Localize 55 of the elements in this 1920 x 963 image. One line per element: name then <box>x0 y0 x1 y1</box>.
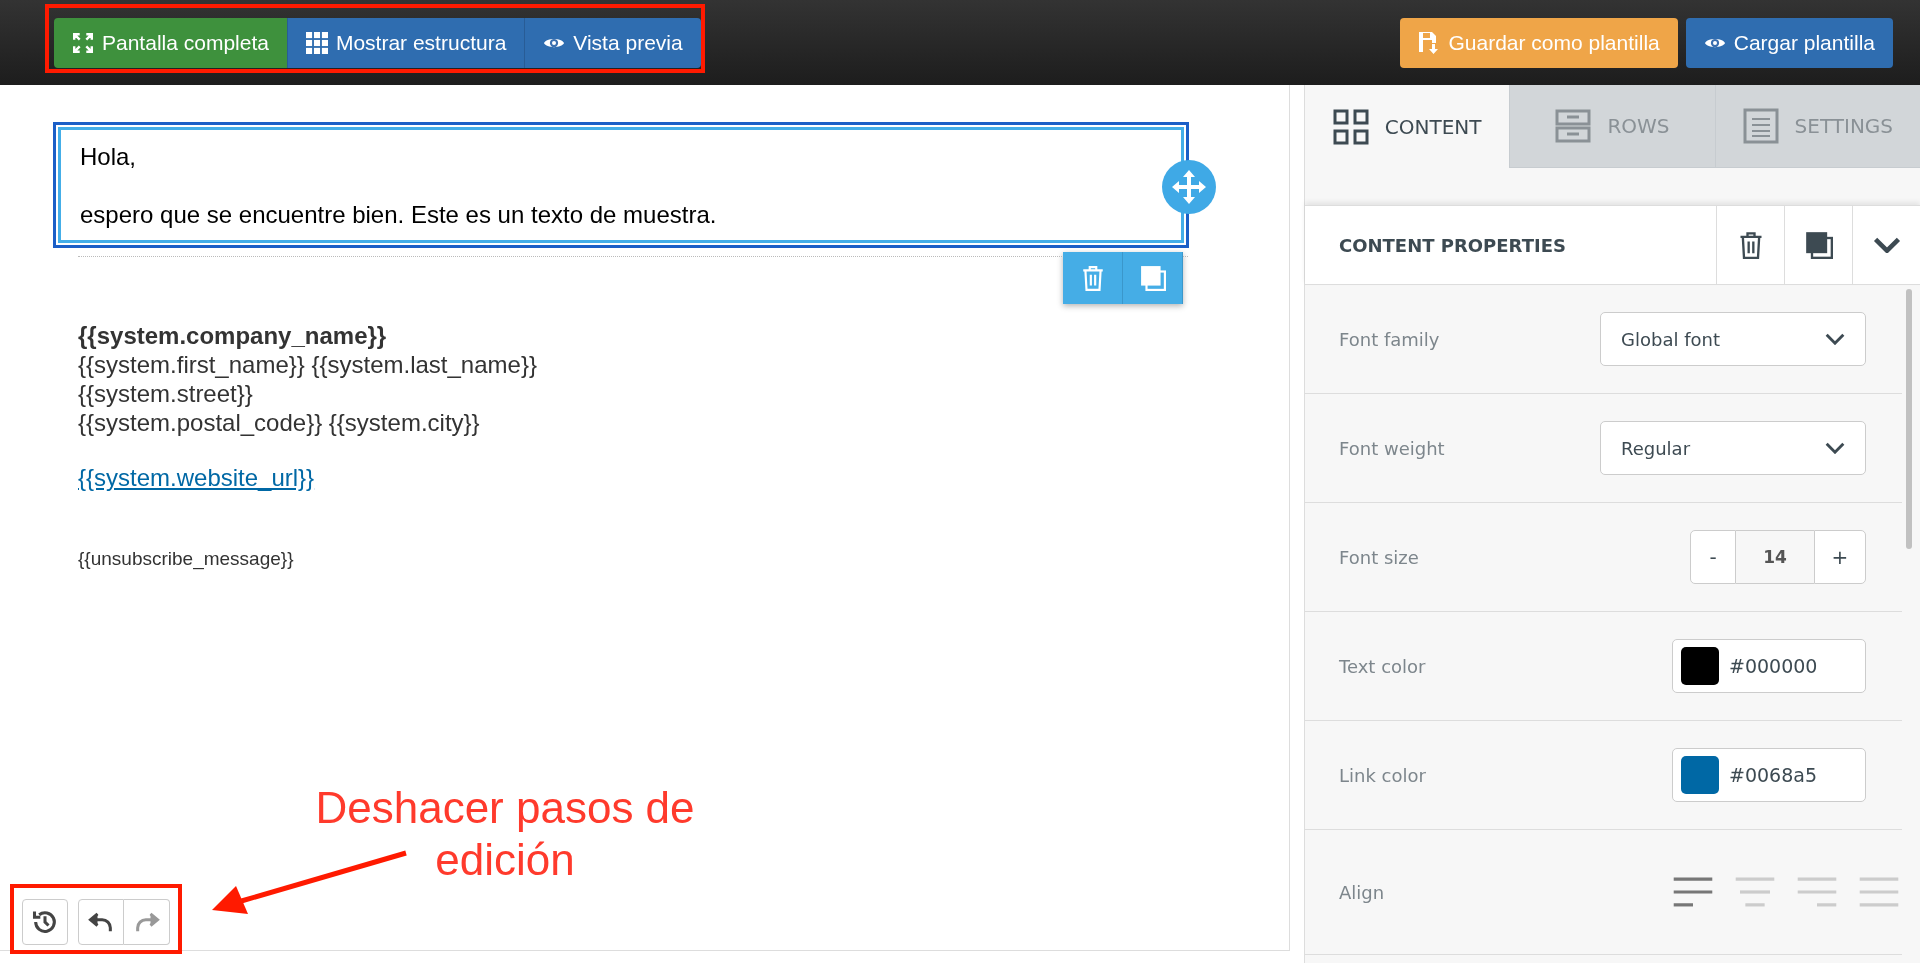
greeting-text: Hola, <box>80 143 138 171</box>
template-button[interactable]: Cargar plantilla <box>1685 17 1893 68</box>
grid-icon <box>1332 108 1369 145</box>
color-swatch[interactable] <box>1681 647 1719 685</box>
property-label: Font family <box>1339 328 1440 350</box>
duplicate-button[interactable] <box>1784 206 1852 284</box>
history-button[interactable] <box>22 899 68 945</box>
color-field[interactable]: #0068a5 <box>1672 748 1866 802</box>
undo-button[interactable] <box>78 899 124 945</box>
delete-block-button[interactable] <box>1063 252 1123 304</box>
property-label: Font size <box>1339 546 1419 568</box>
chevron-icon <box>1872 237 1901 253</box>
annotation-text: Deshacer pasos de edición <box>314 782 696 886</box>
scrollbar-thumb[interactable] <box>1906 289 1912 549</box>
color-value: #0068a5 <box>1729 764 1817 786</box>
document-icon <box>1742 108 1779 144</box>
decrement-button[interactable]: - <box>1690 530 1736 584</box>
property-label: Align <box>1339 881 1385 903</box>
duplicate-block-button[interactable] <box>1123 252 1183 304</box>
property-label: Font weight <box>1339 437 1445 459</box>
chevron-icon <box>1825 333 1845 345</box>
toolbar-button[interactable]: Mostrar estructura <box>287 17 526 68</box>
trash-icon <box>1081 265 1104 291</box>
delete-button[interactable] <box>1716 206 1784 284</box>
collapse-button[interactable] <box>1852 206 1920 284</box>
toolbar-button[interactable]: Pantalla completa <box>54 17 288 68</box>
signature-line: {{system.postal_code}} {{system.city}} <box>78 408 481 437</box>
property-label: Link color <box>1339 764 1426 786</box>
property-label: Text color <box>1339 655 1426 677</box>
color-field[interactable]: #000000 <box>1672 639 1866 693</box>
history-icon <box>31 908 59 936</box>
font-size-field[interactable]: 14 <box>1736 530 1814 584</box>
increment-button[interactable]: + <box>1814 530 1866 584</box>
selected-text-block[interactable]: Hola, espero que se encuentre bien. Este es un texto de muestra. <box>53 122 1189 248</box>
move-handle-icon[interactable] <box>1162 160 1216 214</box>
dropdown-field[interactable]: Regular <box>1600 421 1866 475</box>
copy-icon <box>1139 265 1166 291</box>
body-text: espero que se encuentre bien. Este es un texto de muestra. <box>80 201 718 229</box>
toolbar-button[interactable]: Vista previa <box>525 17 701 68</box>
signature-line: {{system.company_name}} <box>78 321 388 350</box>
website-link[interactable]: {{system.website_url}} <box>78 463 315 492</box>
copy-icon <box>1804 231 1833 259</box>
chevron-icon <box>1825 442 1845 454</box>
rows-icon <box>1555 108 1592 144</box>
color-value: #000000 <box>1729 655 1818 677</box>
signature-line: {{system.first_name}} {{system.last_name}} <box>78 350 538 379</box>
unsubscribe-text: {{unsubscribe_message}} <box>78 547 295 572</box>
grid-icon <box>305 31 328 54</box>
trash-icon <box>1738 231 1763 259</box>
signature-line: {{system.street}} <box>78 379 254 408</box>
color-swatch[interactable] <box>1681 756 1719 794</box>
properties-title: CONTENT PROPERTIES <box>1338 234 1567 256</box>
fullscreen-icon <box>72 31 94 54</box>
dropdown-field[interactable]: Global font <box>1600 312 1866 366</box>
floppy-disk-icon <box>1418 31 1441 54</box>
